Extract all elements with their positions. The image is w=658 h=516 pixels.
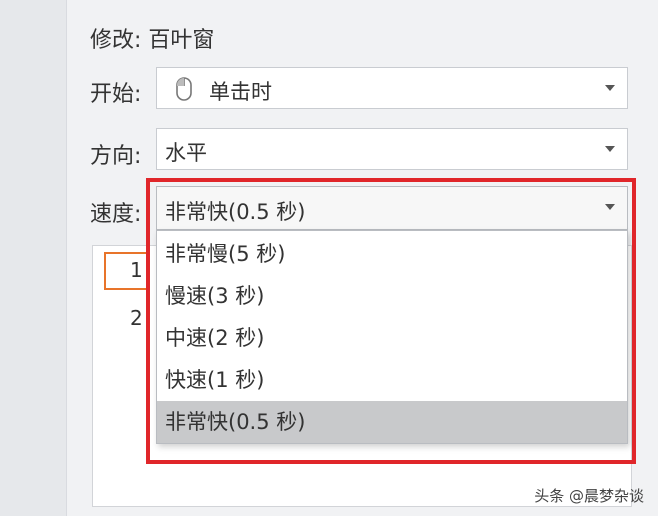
animation-order-number: 2	[130, 306, 143, 330]
direction-label: 方向:	[90, 144, 142, 169]
speed-option[interactable]: 慢速(3 秒)	[157, 275, 627, 317]
mouse-icon	[176, 77, 192, 101]
left-sidebar-strip	[0, 0, 67, 516]
direction-dropdown[interactable]: 水平	[156, 128, 628, 170]
chevron-down-icon	[605, 204, 615, 210]
chevron-down-icon	[605, 85, 615, 91]
direction-value: 水平	[165, 141, 207, 165]
speed-option[interactable]: 中速(2 秒)	[157, 317, 627, 359]
speed-option[interactable]: 非常慢(5 秒)	[157, 233, 627, 275]
speed-options-menu: 非常慢(5 秒) 慢速(3 秒) 中速(2 秒) 快速(1 秒) 非常快(0.5…	[156, 230, 628, 444]
speed-option-selected[interactable]: 非常快(0.5 秒)	[157, 401, 627, 443]
start-label: 开始:	[90, 82, 142, 107]
watermark-text: 头条 @晨梦杂谈	[534, 487, 644, 505]
start-value: 单击时	[209, 80, 272, 104]
chevron-down-icon	[605, 146, 615, 152]
modify-title: 修改: 百叶窗	[90, 28, 215, 53]
start-dropdown[interactable]: 单击时	[156, 67, 628, 109]
speed-label: 速度:	[90, 202, 142, 227]
animation-order-number: 1	[130, 258, 143, 282]
speed-option[interactable]: 快速(1 秒)	[157, 359, 627, 401]
speed-dropdown[interactable]: 非常快(0.5 秒)	[156, 186, 628, 230]
speed-value: 非常快(0.5 秒)	[165, 200, 306, 224]
